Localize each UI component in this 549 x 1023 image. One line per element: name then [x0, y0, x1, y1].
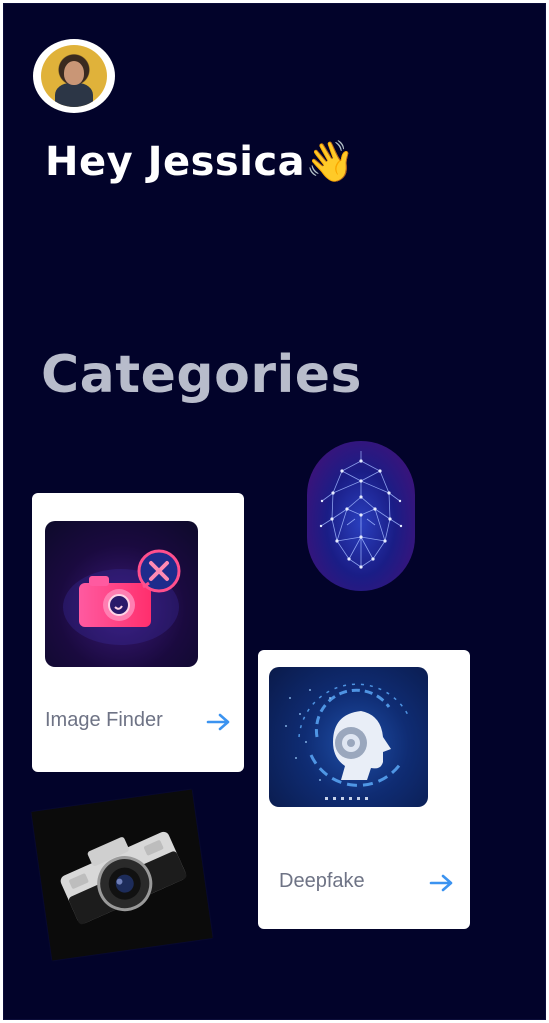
avatar[interactable] — [33, 39, 115, 113]
category-card-deepfake[interactable]: Deepfake — [258, 650, 470, 929]
arrow-right-icon[interactable] — [206, 712, 232, 732]
home-screen: Hey Jessica 👋 Categories Image Finder De… — [3, 3, 546, 1020]
greeting-heading: Hey Jessica 👋 — [45, 139, 355, 185]
categories-title: Categories — [41, 345, 363, 405]
face-scan-illustration — [307, 441, 415, 591]
ai-head-icon — [269, 667, 428, 807]
avatar-photo — [41, 45, 107, 107]
camera-photo-illustration — [31, 789, 213, 961]
arrow-right-icon[interactable] — [429, 873, 455, 893]
category-card-image-finder[interactable]: Image Finder — [32, 493, 244, 772]
waving-hand-icon: 👋 — [305, 139, 356, 185]
card-label-image-finder: Image Finder — [45, 709, 163, 731]
camera-search-icon — [45, 521, 198, 667]
card-label-deepfake: Deepfake — [279, 870, 365, 892]
greeting-text: Hey Jessica — [45, 139, 306, 185]
